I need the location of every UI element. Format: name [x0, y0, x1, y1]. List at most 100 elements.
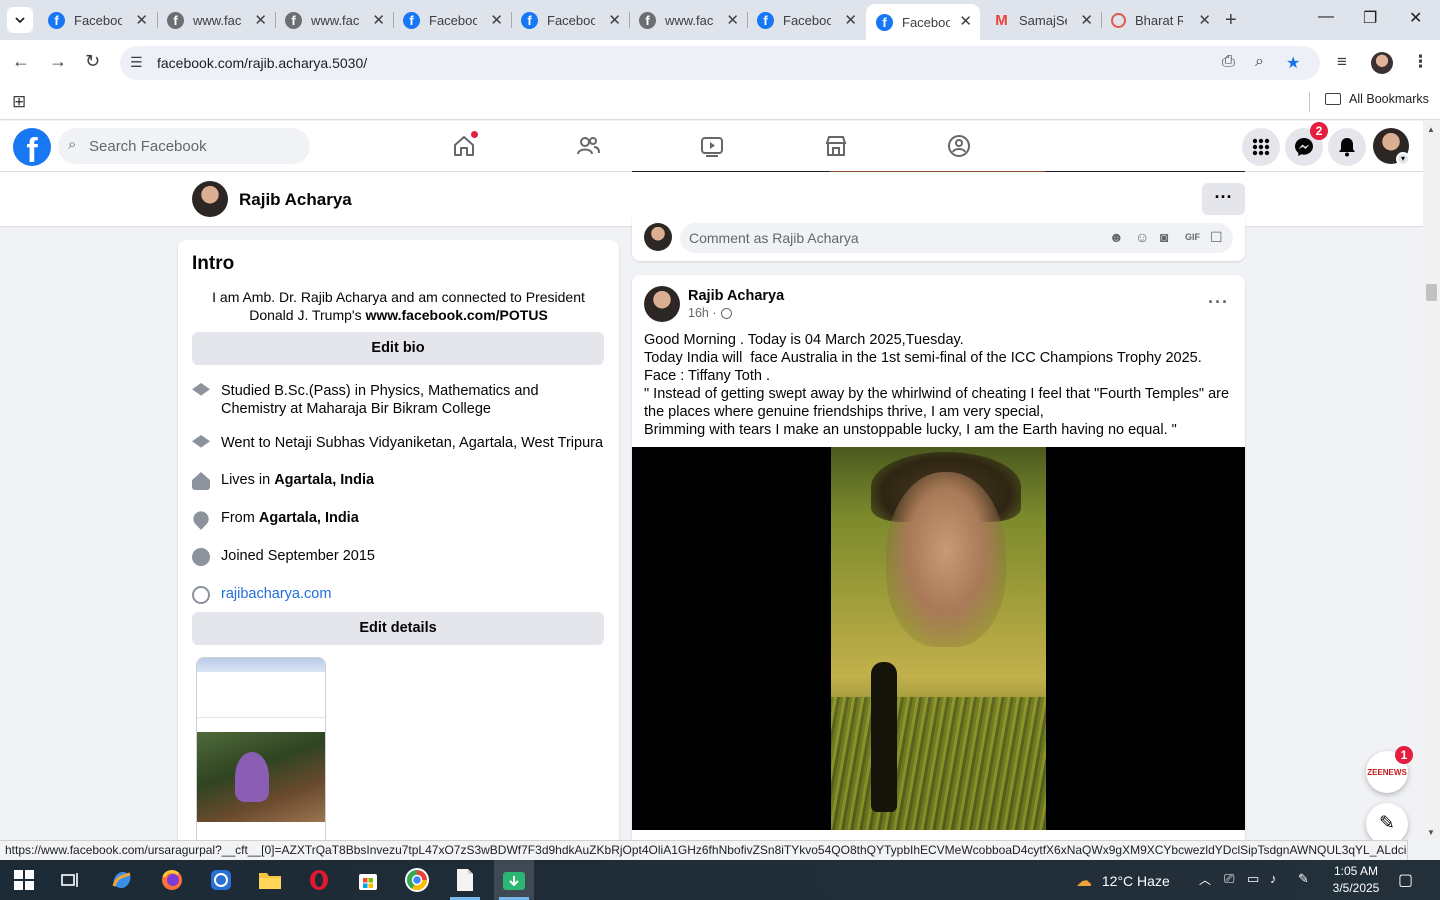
browser-tab[interactable]: f Facebook ✕ [393, 5, 511, 35]
facebook-icon: f [876, 13, 893, 31]
microsoft-store-icon[interactable] [355, 867, 381, 893]
browser-tab[interactable]: f Facebook ✕ [747, 5, 865, 35]
media-controls-icon[interactable]: ≡ [1337, 52, 1347, 72]
close-tab-icon[interactable]: ✕ [1198, 11, 1211, 29]
post-text: Good Morning . Today is 04 March 2025,Tu… [644, 332, 1234, 438]
browser-tab[interactable]: M SamajSeva ✕ [983, 5, 1101, 35]
graduation-cap-icon [192, 383, 210, 396]
browser-tab[interactable]: Bharat Ratna ✕ [1101, 5, 1219, 35]
address-url[interactable]: facebook.com/rajib.acharya.5030/ [157, 55, 367, 71]
browser-tab-active[interactable]: f Facebook ✕ [866, 4, 980, 40]
address-bar[interactable]: ☰ facebook.com/rajib.acharya.5030/ ⎙ ⌕ ★ [120, 46, 1320, 80]
bookmark-star-icon[interactable]: ★ [1286, 53, 1300, 73]
post-author-avatar[interactable] [644, 286, 680, 322]
opera-icon[interactable] [306, 867, 332, 893]
browser-tab[interactable]: f Facebook ✕ [38, 5, 156, 35]
marketplace-nav-icon[interactable] [823, 133, 849, 159]
browser-tab[interactable]: f www.facebook.com ✕ [157, 5, 275, 35]
post-timestamp[interactable]: 16h · [688, 306, 732, 320]
notepad-icon[interactable] [452, 867, 478, 893]
friends-nav-icon[interactable] [575, 133, 601, 159]
task-view-icon[interactable] [58, 867, 84, 893]
sticker-icon[interactable]: ☐ [1210, 229, 1223, 246]
profile-name[interactable]: Rajib Acharya [239, 190, 352, 210]
website-link[interactable]: rajibacharya.com [221, 586, 331, 602]
app-icon-blue[interactable] [208, 867, 234, 893]
groups-nav-icon[interactable] [946, 133, 972, 159]
browser-tab[interactable]: f Facebook ✕ [511, 5, 629, 35]
browser-profile-avatar[interactable] [1371, 52, 1393, 74]
scroll-up-icon[interactable]: ▲ [1427, 125, 1435, 134]
network-icon[interactable]: ▭ [1247, 871, 1259, 887]
emoji-icon[interactable]: ☺ [1135, 229, 1149, 245]
weather-widget[interactable]: ☁ 12°C Haze [1076, 871, 1170, 891]
close-tab-icon[interactable]: ✕ [135, 11, 148, 29]
forward-arrow-icon[interactable]: → [49, 51, 67, 72]
edit-details-button[interactable]: Edit details [192, 612, 604, 645]
pen-icon[interactable]: ✎ [1298, 871, 1309, 887]
all-bookmarks-button[interactable]: All Bookmarks [1325, 92, 1429, 106]
reload-icon[interactable]: ↻ [85, 51, 100, 72]
download-app-icon[interactable] [501, 867, 527, 893]
close-tab-icon[interactable]: ✕ [372, 11, 385, 29]
close-tab-icon[interactable]: ✕ [254, 11, 267, 29]
post-author-name[interactable]: Rajib Acharya [688, 288, 784, 304]
notifications-button[interactable] [1328, 128, 1366, 166]
tab-search-menu[interactable] [7, 7, 33, 33]
grid-icon [1252, 138, 1270, 156]
bio-link[interactable]: www.facebook.com/POTUS [365, 307, 547, 323]
chrome-icon[interactable] [404, 867, 430, 893]
facebook-icon: f [639, 11, 656, 29]
close-tab-icon[interactable]: ✕ [1080, 11, 1093, 29]
avatar-sticker-icon[interactable]: ☻ [1109, 229, 1124, 245]
comment-input[interactable] [680, 223, 1233, 253]
search-input[interactable] [89, 128, 299, 164]
close-tab-icon[interactable]: ✕ [726, 11, 739, 29]
close-window-icon[interactable]: ✕ [1409, 8, 1422, 28]
featured-story-thumbnail[interactable] [196, 657, 326, 850]
copilot-icon[interactable] [109, 867, 135, 893]
close-tab-icon[interactable]: ✕ [844, 11, 857, 29]
post-more-button[interactable]: ··· [1208, 292, 1229, 313]
zoom-icon[interactable]: ⌕ [1255, 53, 1264, 71]
show-hidden-icons[interactable]: ︿ [1199, 871, 1211, 888]
file-explorer-icon[interactable] [257, 867, 283, 893]
facebook-logo-icon[interactable]: f [13, 128, 51, 166]
video-nav-icon[interactable] [699, 133, 725, 159]
restore-icon[interactable]: ❐ [1363, 8, 1377, 28]
comment-composer: ☻ ☺ ◙ GIF ☐ [632, 215, 1245, 261]
gif-icon[interactable]: GIF [1185, 232, 1200, 242]
profile-more-button[interactable]: ··· [1202, 183, 1245, 215]
camera-icon[interactable]: ◙ [1160, 229, 1168, 245]
install-app-icon[interactable]: ⎙ [1222, 53, 1235, 71]
facebook-search[interactable]: ⌕ [58, 128, 310, 164]
page-scrollbar[interactable]: ▲ ▼ [1423, 121, 1440, 839]
site-info-icon[interactable]: ☰ [130, 54, 143, 71]
scroll-down-icon[interactable]: ▼ [1427, 828, 1435, 837]
taskbar-clock[interactable]: 1:05 AM 3/5/2025 [1330, 863, 1382, 897]
bell-icon [1339, 138, 1355, 157]
close-tab-icon[interactable]: ✕ [959, 12, 972, 30]
scrollbar-thumb[interactable] [1426, 284, 1437, 301]
profile-avatar[interactable] [192, 181, 228, 217]
close-tab-icon[interactable]: ✕ [490, 11, 503, 29]
notification-center-icon[interactable]: ▢ [1398, 870, 1413, 890]
firefox-icon[interactable] [159, 867, 185, 893]
apps-grid-icon[interactable]: ⊞ [12, 92, 26, 112]
edit-bio-button[interactable]: Edit bio [192, 332, 604, 365]
browser-tab[interactable]: f www.facebook.com ✕ [629, 5, 747, 35]
post-photo[interactable] [632, 447, 1245, 830]
volume-icon[interactable]: ♪ [1270, 871, 1277, 886]
new-tab-button[interactable]: + [1225, 9, 1237, 32]
browser-tab-strip: f Facebook ✕ f www.facebook.com ✕ f www.… [0, 0, 1440, 40]
menu-grid-button[interactable] [1242, 128, 1280, 166]
kebab-menu-icon[interactable]: ⋮ [1412, 52, 1429, 72]
back-arrow-icon[interactable]: ← [12, 51, 30, 72]
minimize-icon[interactable]: — [1318, 8, 1334, 26]
chevron-down-icon[interactable]: ▾ [1396, 152, 1410, 166]
meet-now-icon[interactable]: ⎚ [1224, 871, 1234, 887]
new-message-button[interactable]: ✎ [1366, 803, 1408, 845]
close-tab-icon[interactable]: ✕ [608, 11, 621, 29]
browser-tab[interactable]: f www.facebook.com ✕ [275, 5, 393, 35]
windows-start-icon[interactable] [11, 867, 37, 893]
